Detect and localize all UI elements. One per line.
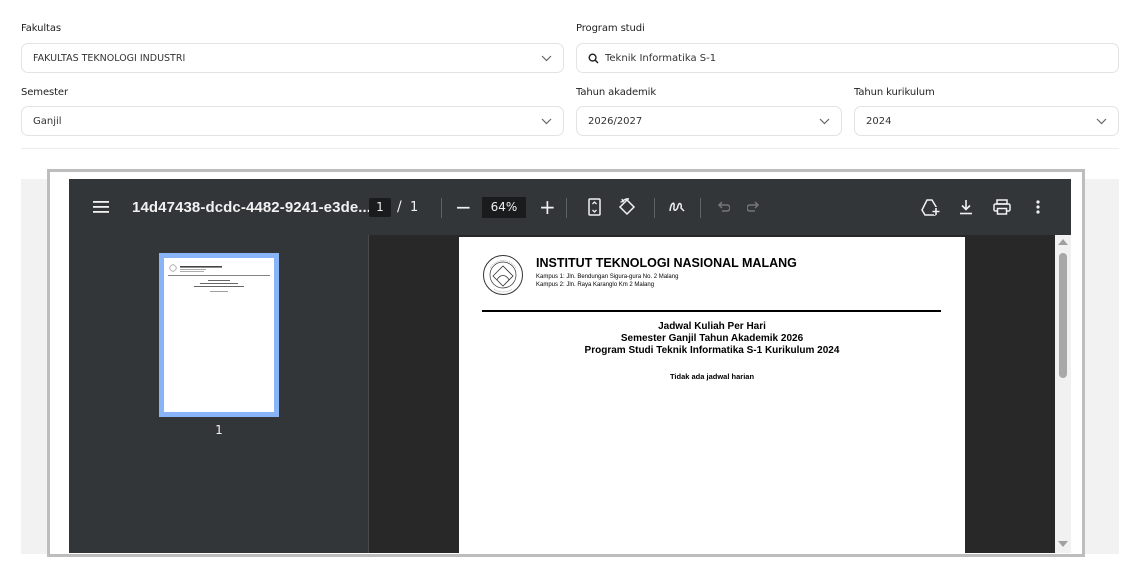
tahun-akademik-select[interactable]: 2026/2027: [576, 106, 842, 136]
empty-schedule-notice: Tidak ada jadwal harian: [669, 372, 755, 381]
page-number-input[interactable]: 1: [369, 197, 391, 217]
more-vert-icon[interactable]: [1036, 179, 1040, 235]
thumbnail-page: [164, 258, 274, 412]
prodi-value: Teknik Informatika S-1: [605, 52, 717, 64]
zoom-out-button[interactable]: −: [455, 179, 472, 235]
fakultas-label: Fakultas: [21, 23, 62, 34]
pdf-content-area: 1 INSTITUT TEKNOLOGI NASIONAL MALANG Kam…: [69, 235, 1071, 553]
menu-icon[interactable]: [93, 179, 109, 235]
toolbar-divider: [566, 198, 567, 218]
header-rule: [482, 310, 941, 312]
tahun-kurikulum-label: Tahun kurikulum: [854, 87, 935, 98]
pdf-viewer: 14d47438-dcdc-4482-9241-e3de... 1 / 1 − …: [69, 179, 1071, 553]
prodi-label: Program studi: [576, 23, 645, 34]
print-icon[interactable]: [993, 179, 1011, 235]
tahun-akademik-value: 2026/2027: [588, 115, 643, 127]
scroll-up-icon[interactable]: [1058, 239, 1068, 245]
scroll-down-icon[interactable]: [1058, 541, 1068, 547]
institution-seal: [482, 254, 524, 301]
tahun-akademik-label: Tahun akademik: [576, 87, 657, 98]
tahun-kurikulum-select[interactable]: 2024: [854, 106, 1119, 136]
pdf-filename: 14d47438-dcdc-4482-9241-e3de...: [132, 198, 372, 216]
redo-icon[interactable]: [747, 179, 761, 235]
rotate-icon[interactable]: [617, 179, 637, 235]
toolbar-divider: [654, 198, 655, 218]
page-total: 1: [410, 199, 419, 215]
institution-name: INSTITUT TEKNOLOGI NASIONAL MALANG: [536, 256, 797, 270]
zoom-in-button[interactable]: +: [539, 179, 556, 235]
semester-value: Ganjil: [33, 115, 62, 127]
zoom-input[interactable]: 64%: [482, 196, 526, 218]
pdf-page: INSTITUT TEKNOLOGI NASIONAL MALANG Kampu…: [459, 237, 965, 553]
schedule-subtitle-semester: Semester Ganjil Tahun Akademik 2026: [620, 333, 804, 344]
semester-select[interactable]: Ganjil: [21, 106, 564, 136]
schedule-title: Jadwal Kuliah Per Hari: [658, 321, 766, 332]
annotate-icon[interactable]: [668, 179, 686, 235]
download-icon[interactable]: [959, 179, 973, 235]
section-divider: [21, 148, 1119, 149]
pdf-toolbar: 14d47438-dcdc-4482-9241-e3de... 1 / 1 − …: [69, 179, 1071, 235]
tahun-kurikulum-value: 2024: [866, 115, 892, 127]
chevron-down-icon: [535, 107, 557, 135]
toolbar-divider: [441, 198, 442, 218]
schedule-subtitle-program: Program Studi Teknik Informatika S-1 Kur…: [584, 345, 840, 356]
fit-page-icon[interactable]: [588, 179, 601, 235]
chevron-down-icon: [813, 107, 835, 135]
page-thumbnail[interactable]: [159, 253, 279, 417]
page-separator: /: [397, 199, 402, 215]
fakultas-select[interactable]: FAKULTAS TEKNOLOGI INDUSTRI: [21, 43, 564, 73]
campus-2-address: Kampus 2: Jln. Raya Karanglo Km 2 Malang: [536, 282, 655, 288]
semester-label: Semester: [21, 87, 68, 98]
fakultas-value: FAKULTAS TEKNOLOGI INDUSTRI: [33, 52, 186, 64]
add-to-drive-icon[interactable]: [921, 179, 941, 235]
chevron-down-icon: [535, 44, 557, 72]
thumbnail-sidebar: 1: [69, 235, 369, 553]
prodi-search-input[interactable]: Teknik Informatika S-1: [576, 43, 1119, 73]
chevron-down-icon: [1090, 107, 1112, 135]
campus-1-address: Kampus 1: Jln. Bendungan Sigura-gura No.…: [536, 274, 679, 280]
scrollbar-thumb[interactable]: [1059, 253, 1067, 378]
search-icon: [588, 52, 599, 64]
toolbar-divider: [700, 198, 701, 218]
thumbnail-page-number: 1: [215, 423, 223, 437]
undo-icon[interactable]: [716, 179, 730, 235]
pdf-scrollbar[interactable]: [1055, 235, 1071, 553]
